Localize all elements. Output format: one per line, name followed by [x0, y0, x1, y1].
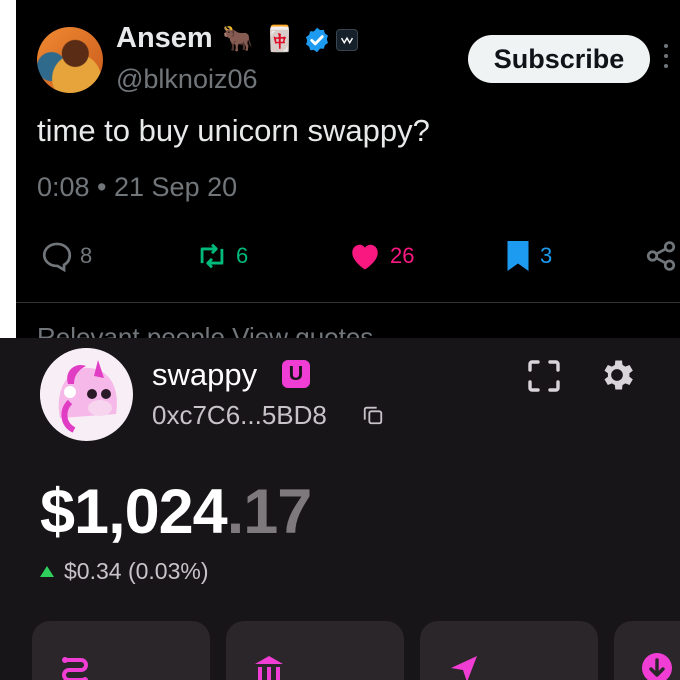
share-action[interactable]: [644, 236, 678, 276]
author-handle[interactable]: @blknoiz06: [116, 64, 258, 95]
mahjong-emoji: 🀄: [264, 25, 296, 53]
up-arrow-icon: [40, 566, 54, 577]
verified-badge-icon: [306, 27, 328, 53]
like-action[interactable]: 26: [346, 236, 414, 276]
balance-change-value: $0.34 (0.03%): [64, 558, 209, 584]
tweet-timestamp[interactable]: 0:08 • 21 Sep 20: [37, 172, 237, 203]
tweet-text: time to buy unicorn swappy?: [37, 113, 430, 148]
author-name[interactable]: Ansem: [116, 22, 213, 55]
tweet-card: Ansem 🐂 🀄 @blknoiz06 Subscribe time to b…: [16, 0, 680, 338]
swap-icon: [62, 657, 88, 680]
balance-amount: $1,024.17: [40, 476, 313, 548]
receive-button[interactable]: [614, 621, 680, 680]
wallet-panel: swappy U 0xc7C6...5BD8 $1,024.17 $0.34 (…: [0, 338, 680, 680]
balance-integer: $1,024: [40, 477, 228, 547]
subscribe-button[interactable]: Subscribe: [468, 35, 650, 83]
tweet-divider: [16, 302, 680, 303]
send-icon: [451, 656, 477, 680]
swap-button[interactable]: [32, 621, 210, 680]
balance-decimal: .17: [226, 477, 313, 547]
scan-icon[interactable]: [524, 356, 564, 396]
gear-icon[interactable]: [597, 355, 637, 395]
unicorn-logo[interactable]: [40, 348, 133, 441]
send-button[interactable]: [420, 621, 598, 680]
affiliate-badge-icon: [336, 29, 358, 51]
more-icon[interactable]: [664, 44, 670, 74]
wallet-address[interactable]: 0xc7C6...5BD8: [152, 400, 327, 431]
reply-count: 8: [80, 243, 93, 268]
account-name[interactable]: swappy: [152, 357, 257, 393]
share-icon: [646, 241, 676, 271]
bookmark-action[interactable]: 3: [502, 236, 552, 276]
reply-action[interactable]: 8: [40, 236, 92, 276]
bull-emoji: 🐂: [222, 25, 254, 53]
bookmark-count: 3: [540, 243, 553, 268]
copy-icon[interactable]: [362, 404, 384, 426]
receive-icon: [642, 653, 672, 680]
like-count: 26: [390, 243, 415, 268]
author-avatar[interactable]: [37, 27, 103, 93]
repost-count: 6: [236, 243, 249, 268]
account-badge: U: [282, 360, 310, 388]
bookmark-icon: [507, 241, 529, 271]
tweet-footer-links[interactable]: Relevant people View quotes: [37, 322, 373, 338]
balance-change: $0.34 (0.03%): [40, 558, 208, 585]
like-icon: [352, 244, 378, 270]
reply-icon: [42, 242, 72, 273]
repost-icon: [200, 243, 224, 269]
buy-button[interactable]: [226, 621, 404, 680]
repost-action[interactable]: 6: [194, 236, 248, 276]
bank-icon: [255, 656, 283, 680]
